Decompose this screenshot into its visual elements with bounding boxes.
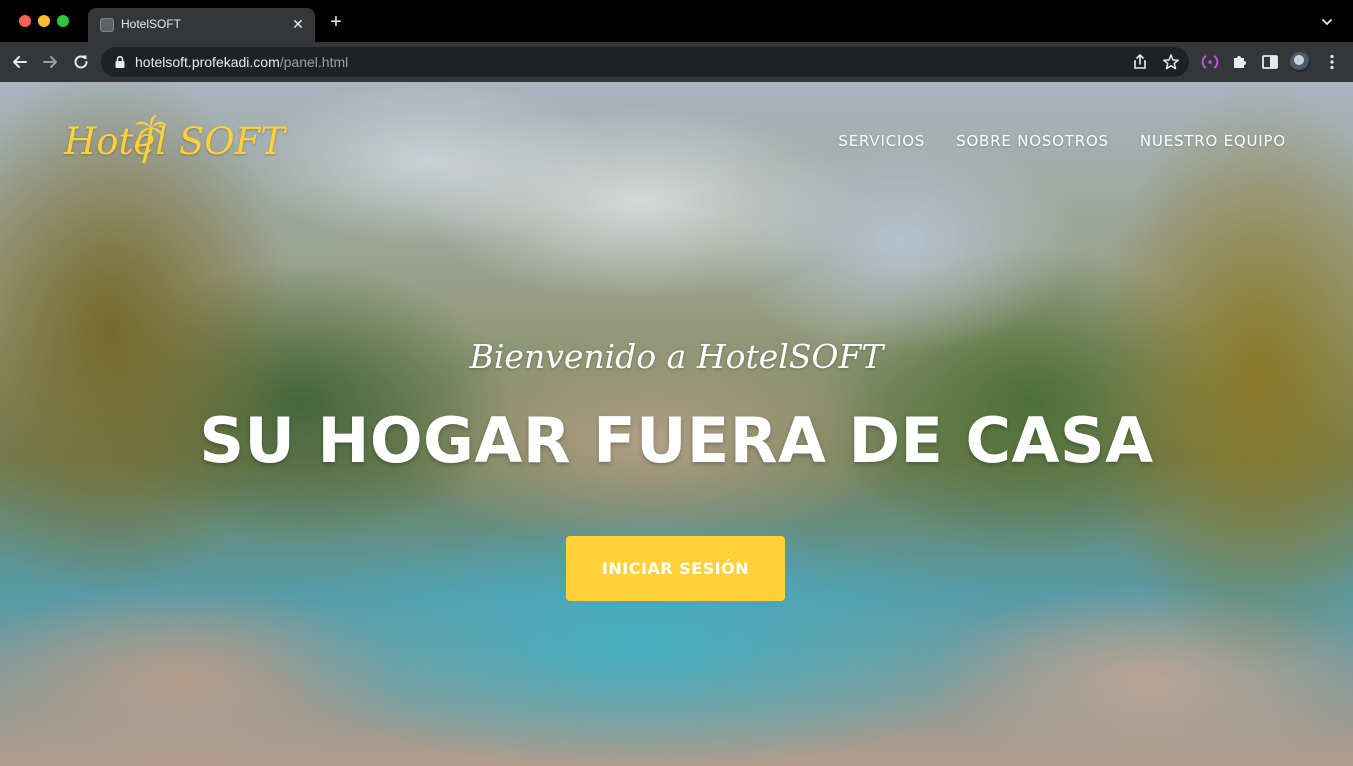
back-arrow-icon[interactable] bbox=[10, 52, 30, 72]
kebab-menu-icon[interactable] bbox=[1322, 52, 1342, 72]
nav-link-servicios[interactable]: SERVICIOS bbox=[838, 132, 925, 150]
star-icon[interactable] bbox=[1162, 53, 1180, 71]
close-window-button[interactable] bbox=[19, 15, 31, 27]
lock-icon[interactable] bbox=[114, 55, 126, 69]
nav-link-sobre-nosotros[interactable]: SOBRE NOSOTROS bbox=[956, 132, 1109, 150]
login-button[interactable]: INICIAR SESIÓN bbox=[566, 536, 785, 601]
maximize-window-button[interactable] bbox=[57, 15, 69, 27]
avatar[interactable] bbox=[1290, 52, 1310, 72]
side-panel-icon[interactable] bbox=[1260, 52, 1280, 72]
minimize-window-button[interactable] bbox=[38, 15, 50, 27]
browser-tab[interactable]: HotelSOFT ✕ bbox=[88, 8, 315, 42]
address-bar[interactable]: hotelsoft.profekadi.com/panel.html bbox=[101, 47, 1189, 77]
reload-icon[interactable] bbox=[71, 52, 91, 72]
puzzle-icon[interactable] bbox=[1230, 52, 1250, 72]
new-tab-button[interactable]: + bbox=[327, 12, 345, 32]
site-logo[interactable]: Hotel SOFT bbox=[64, 114, 289, 166]
main-nav: SERVICIOS SOBRE NOSOTROS NUESTRO EQUIPO bbox=[807, 132, 1286, 150]
forward-arrow-icon[interactable] bbox=[40, 52, 60, 72]
chevron-down-icon[interactable] bbox=[1321, 16, 1333, 28]
url-host: hotelsoft.profekadi.com bbox=[135, 54, 280, 70]
close-tab-icon[interactable]: ✕ bbox=[289, 15, 307, 33]
tab-title: HotelSOFT bbox=[121, 17, 182, 31]
browser-toolbar: hotelsoft.profekadi.com/panel.html bbox=[0, 42, 1353, 82]
logo-text: Hotel SOFT bbox=[64, 120, 285, 163]
tab-strip: HotelSOFT ✕ + bbox=[0, 0, 1353, 42]
hero-subtitle: Bienvenido a HotelSOFT bbox=[469, 337, 884, 376]
url-path: /panel.html bbox=[279, 54, 349, 70]
tunnel-extension-icon[interactable] bbox=[1200, 52, 1220, 72]
hero-headline: SU HOGAR FUERA DE CASA bbox=[199, 404, 1154, 477]
url-text[interactable]: hotelsoft.profekadi.com/panel.html bbox=[135, 54, 348, 70]
share-icon[interactable] bbox=[1131, 53, 1149, 71]
nav-link-nuestro-equipo[interactable]: NUESTRO EQUIPO bbox=[1140, 132, 1286, 150]
favicon-icon bbox=[100, 18, 114, 32]
hero-section: Hotel SOFT SERVICIOS SOBRE NOSOTROS NUES… bbox=[0, 82, 1353, 766]
palm-tree-icon bbox=[135, 115, 167, 164]
